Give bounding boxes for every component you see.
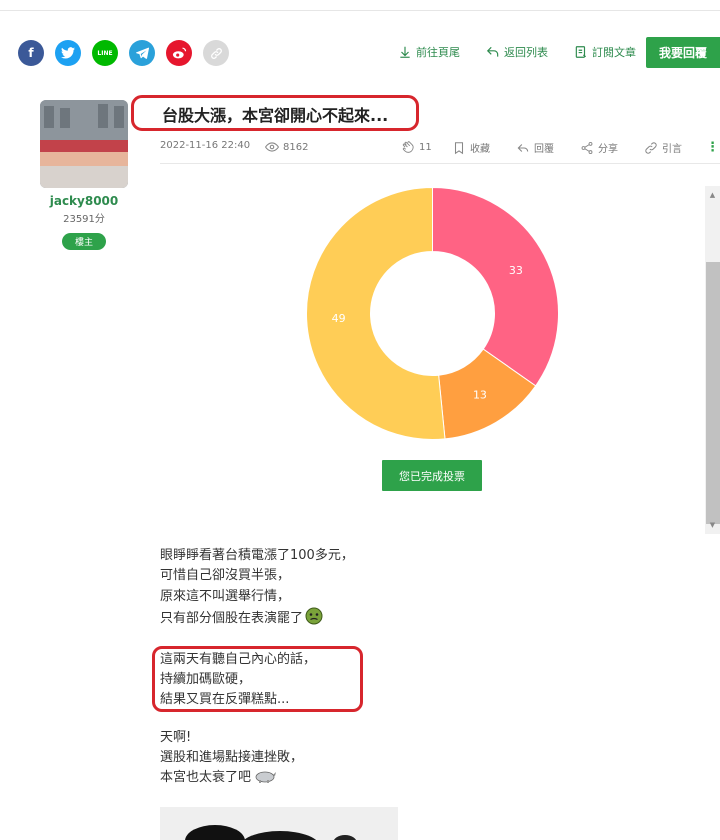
top-divider [0, 10, 720, 11]
facebook-icon[interactable]: f [18, 40, 44, 66]
bookmark-icon [454, 141, 464, 154]
reply-label: 回覆 [534, 144, 554, 155]
post-title: 台股大漲，本宮卻開心不起來... [162, 106, 389, 125]
op-badge: 樓主 [62, 233, 106, 250]
quote-link[interactable]: 引言 [644, 140, 682, 155]
line-icon[interactable]: LINE [92, 40, 118, 66]
sick-face-icon [305, 607, 323, 625]
clap-icon [402, 141, 414, 153]
post-image[interactable] [160, 807, 398, 840]
more-menu-icon[interactable]: ⋮ [706, 140, 719, 155]
body-line-with-emoji: 本宮也太衰了吧 [160, 768, 277, 788]
go-bottom-link[interactable]: 前往頁尾 [398, 37, 460, 67]
link-icon[interactable] [203, 40, 229, 66]
share-label: 分享 [598, 144, 618, 155]
body-line: 眼睜睜看著台積電漲了100多元， [160, 548, 354, 563]
back-arrow-icon [486, 46, 499, 57]
subscribe-label: 訂閱文章 [592, 46, 636, 59]
telegram-icon[interactable] [129, 40, 155, 66]
eye-icon [265, 142, 279, 152]
share-bar: f LINE [18, 40, 229, 66]
bookmark-label: 收藏 [470, 144, 490, 155]
donut-slice-label: 33 [509, 264, 523, 277]
body-line: 這兩天有聽自己內心的話， [160, 652, 317, 667]
body-line-text: 只有部分個股在表演罷了 [160, 611, 304, 626]
quote-icon [645, 141, 657, 154]
donut-slice[interactable] [306, 186, 446, 440]
back-list-link[interactable]: 返回列表 [486, 37, 548, 67]
donut-slice-label: 49 [332, 312, 346, 325]
body-line-text: 本宮也太衰了吧 [160, 770, 252, 785]
body-line-with-emoji: 只有部分個股在表演罷了 [160, 607, 323, 629]
back-list-label: 返回列表 [504, 46, 548, 59]
poll-donut-chart: 33 13 49 [306, 186, 559, 440]
share-icon [581, 141, 593, 154]
scrollbar-thumb[interactable] [706, 262, 720, 524]
avatar[interactable] [40, 100, 128, 188]
reply-button[interactable]: 我要回覆 [646, 37, 720, 68]
vote-complete-button[interactable]: 您已完成投票 [382, 460, 482, 491]
reply-link[interactable]: 回覆 [516, 140, 554, 155]
donut-slice[interactable] [432, 186, 559, 387]
like-button[interactable]: 11 [401, 140, 432, 154]
quote-label: 引言 [662, 144, 682, 155]
views: 8162 [265, 140, 308, 154]
username[interactable]: jacky8000 [40, 194, 128, 208]
body-line: 可惜自己卻沒買半張， [160, 568, 291, 583]
body-line: 原來這不叫選舉行情， [160, 589, 291, 604]
bookmark-button[interactable]: 收藏 [452, 140, 490, 155]
rhino-icon [255, 771, 277, 783]
donut-slice-label: 13 [473, 389, 487, 402]
meta-divider [160, 163, 720, 164]
subscribe-icon [575, 46, 587, 58]
body-line: 結果又買在反彈糕點... [160, 692, 290, 707]
body-line: 持續加碼歐硬， [160, 672, 252, 687]
go-bottom-label: 前往頁尾 [416, 46, 460, 59]
body-line: 選股和進場點接連挫敗， [160, 750, 304, 765]
body-line: 天啊! [160, 730, 192, 745]
scroll-up-icon[interactable]: ▲ [705, 189, 720, 201]
twitter-icon[interactable] [55, 40, 81, 66]
user-points: 23591分 [63, 214, 105, 225]
arrow-down-icon [400, 46, 410, 58]
post-actions: 前往頁尾 返回列表 訂閱文章 [398, 37, 662, 67]
views-count: 8162 [283, 141, 309, 153]
post-date: 2022-11-16 22:40 [160, 140, 251, 151]
like-count: 11 [419, 141, 432, 153]
reply-icon [517, 143, 529, 152]
scroll-down-icon[interactable]: ▼ [705, 519, 720, 531]
post-meta: 2022-11-16 22:40 8162 11 收藏 回覆 分享 引言 ⋮ [160, 140, 720, 158]
subscribe-link[interactable]: 訂閱文章 [574, 37, 636, 67]
share-link[interactable]: 分享 [580, 140, 618, 155]
weibo-icon[interactable] [166, 40, 192, 66]
